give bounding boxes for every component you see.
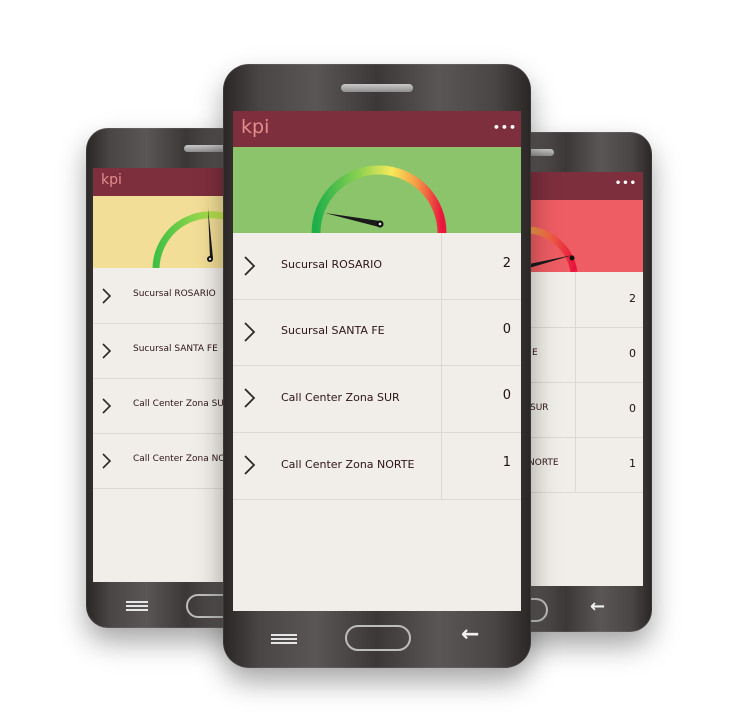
app-bar: kpi ••• (233, 111, 521, 147)
list-item-count: 2 (629, 292, 636, 305)
list-item-count: 0 (502, 322, 511, 337)
app-logo: kpi (241, 116, 270, 138)
screen-center: kpi ••• Sucursal ROSARIO 2 Sucursal SANT… (233, 111, 521, 611)
list-item-count: 1 (502, 455, 511, 470)
speaker-grille (184, 145, 228, 152)
overflow-menu-icon[interactable]: ••• (493, 121, 517, 134)
chevron-right-icon (244, 322, 256, 342)
list-item-label: Sucursal ROSARIO (281, 258, 383, 271)
menu-icon[interactable] (126, 605, 148, 607)
chevron-right-icon (102, 398, 112, 414)
list-item-label: Sucursal SANTA FE (133, 344, 218, 354)
list-item-count: 0 (629, 402, 636, 415)
gauge-dial (311, 165, 447, 233)
chevron-right-icon (244, 455, 256, 475)
list-item[interactable]: Sucursal SANTA FE 0 (233, 299, 521, 366)
phone-center: kpi ••• Sucursal ROSARIO 2 Sucursal SANT… (223, 64, 531, 668)
list-item-label: Sucursal SANTA FE (281, 324, 385, 337)
list-item-label: Sucursal ROSARIO (133, 289, 216, 299)
list-item-label: Call Center Zona NORTE (281, 458, 415, 471)
list-item-label: E (532, 348, 538, 358)
list-item-label: Call Center Zona SUR (281, 391, 400, 404)
list-item-count: 0 (629, 347, 636, 360)
gauge-needle (325, 213, 380, 227)
chevron-right-icon (244, 256, 256, 276)
list-item[interactable]: Call Center Zona SUR 0 (233, 365, 521, 433)
list-item-label: NORTE (528, 458, 559, 468)
chevron-right-icon (102, 343, 112, 359)
chevron-right-icon (244, 388, 256, 408)
list-item-count: 0 (502, 388, 511, 403)
home-button[interactable] (345, 625, 411, 651)
list-item[interactable]: Sucursal ROSARIO 2 (233, 233, 521, 300)
gauge-panel (233, 147, 521, 233)
back-arrow-icon[interactable]: ← (461, 622, 479, 647)
overflow-menu-icon[interactable]: ••• (615, 178, 637, 189)
app-logo: kpi (101, 172, 122, 188)
chevron-right-icon (102, 453, 112, 469)
list-item-count: 1 (629, 457, 636, 470)
list-item-label: Call Center Zona SUR (133, 399, 231, 409)
list-item[interactable]: Call Center Zona NORTE 1 (233, 432, 521, 500)
chevron-right-icon (102, 288, 112, 304)
list-item-count: 2 (502, 256, 511, 271)
speaker-grille (341, 84, 413, 92)
back-arrow-icon[interactable]: ← (590, 596, 605, 617)
list-item-label: SUR (530, 403, 549, 413)
menu-icon[interactable] (271, 638, 297, 640)
